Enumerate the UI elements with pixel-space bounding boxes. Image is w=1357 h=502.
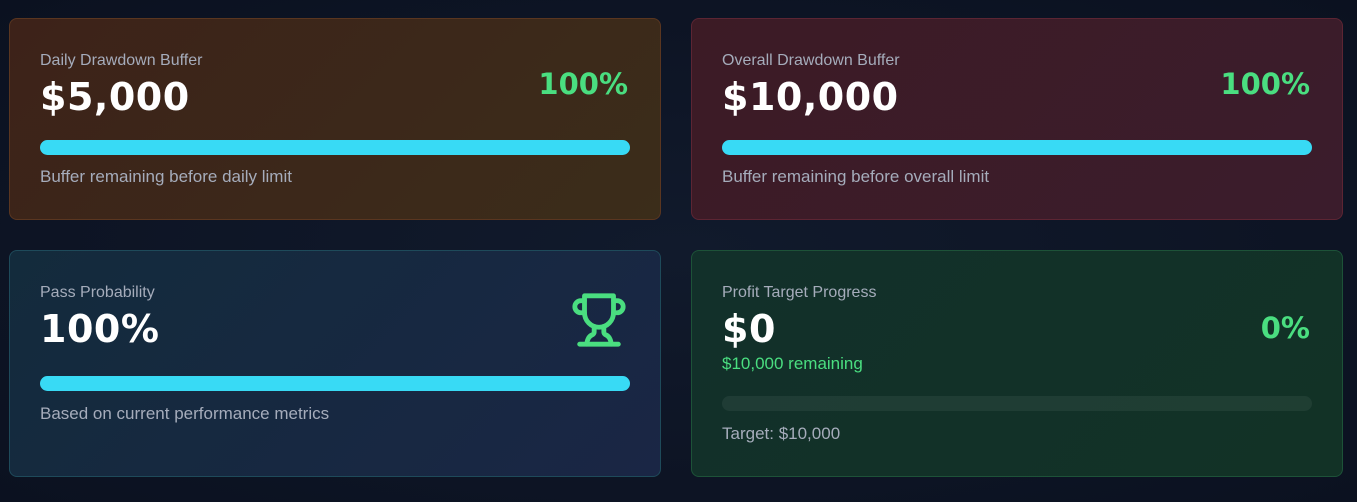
card-label: Overall Drawdown Buffer xyxy=(722,52,900,69)
progress-bar xyxy=(722,140,1312,155)
card-label: Profit Target Progress xyxy=(722,284,877,301)
trophy-icon xyxy=(572,293,626,347)
progress-bar xyxy=(40,140,630,155)
daily-drawdown-card: Daily Drawdown Buffer $5,000 100% Buffer… xyxy=(9,18,661,220)
dashboard-page: Daily Drawdown Buffer $5,000 100% Buffer… xyxy=(0,0,1357,502)
progress-bar-fill xyxy=(40,376,630,391)
remaining-amount: $10,000 remaining xyxy=(722,354,863,373)
card-caption: Buffer remaining before overall limit xyxy=(722,167,990,186)
card-caption: Based on current performance metrics xyxy=(40,404,330,423)
card-caption: Buffer remaining before daily limit xyxy=(40,167,292,186)
card-percent: 100% xyxy=(1220,67,1310,101)
card-value: $10,000 xyxy=(722,75,899,119)
profit-target-card: Profit Target Progress $0 0% $10,000 rem… xyxy=(691,250,1343,477)
progress-bar xyxy=(722,396,1312,411)
card-value: $0 xyxy=(722,307,776,351)
card-label: Daily Drawdown Buffer xyxy=(40,52,203,69)
card-percent: 0% xyxy=(1260,311,1310,345)
card-label: Pass Probability xyxy=(40,284,155,301)
card-caption: Target: $10,000 xyxy=(722,424,841,443)
card-percent: 100% xyxy=(538,67,628,101)
progress-bar-fill xyxy=(40,140,630,155)
overall-drawdown-card: Overall Drawdown Buffer $10,000 100% Buf… xyxy=(691,18,1343,220)
progress-bar-fill xyxy=(722,140,1312,155)
card-value: 100% xyxy=(40,307,160,351)
pass-probability-card: Pass Probability 100% Based on current p… xyxy=(9,250,661,477)
progress-bar xyxy=(40,376,630,391)
card-value: $5,000 xyxy=(40,75,190,119)
